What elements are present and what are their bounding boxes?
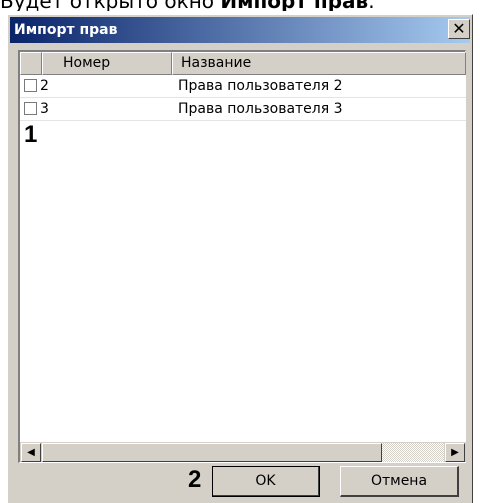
instruction-prefix: Будет открыто окно [0, 0, 220, 11]
close-icon: ✕ [452, 19, 466, 38]
dialog-title: Импорт прав [14, 22, 118, 38]
arrow-left-icon: ◀ [27, 447, 35, 458]
row-name: Права пользователя 3 [178, 101, 343, 117]
horizontal-scrollbar[interactable]: ◀ ▶ [20, 442, 466, 462]
list-item[interactable]: 3 Права пользователя 3 [20, 98, 466, 121]
list-item[interactable]: 2 Права пользователя 2 [20, 75, 466, 98]
instruction-window-name: Импорт прав [220, 0, 368, 11]
row-checkbox[interactable] [24, 79, 37, 92]
column-header-name[interactable]: Название [172, 52, 466, 75]
cancel-button[interactable]: Отмена [340, 466, 459, 497]
annotation-marker-1: 1 [24, 121, 38, 148]
scroll-left-button[interactable]: ◀ [21, 443, 41, 462]
title-bar[interactable]: Импорт прав ✕ [10, 17, 470, 43]
row-name: Права пользователя 2 [178, 78, 343, 94]
scrollbar-thumb[interactable] [42, 443, 382, 462]
close-button[interactable]: ✕ [448, 19, 470, 39]
list-header: Номер Название [20, 52, 466, 75]
row-number: 2 [40, 78, 49, 94]
header-checkbox-column[interactable] [20, 52, 42, 75]
import-rights-dialog: Импорт прав ✕ Номер Название 2 Права пол… [7, 14, 473, 503]
instruction-suffix: . [368, 0, 374, 11]
rights-list[interactable]: Номер Название 2 Права пользователя 2 3 … [18, 50, 466, 463]
scrollbar-track[interactable] [382, 443, 444, 462]
column-header-number[interactable]: Номер [42, 52, 172, 75]
annotation-marker-2: 2 [188, 466, 202, 493]
arrow-right-icon: ▶ [451, 447, 459, 458]
scroll-right-button[interactable]: ▶ [445, 443, 465, 462]
row-checkbox[interactable] [24, 102, 37, 115]
row-number: 3 [40, 101, 49, 117]
instruction-text: Будет открыто окно Импорт прав. [0, 0, 480, 11]
ok-button[interactable]: OK [212, 466, 320, 497]
